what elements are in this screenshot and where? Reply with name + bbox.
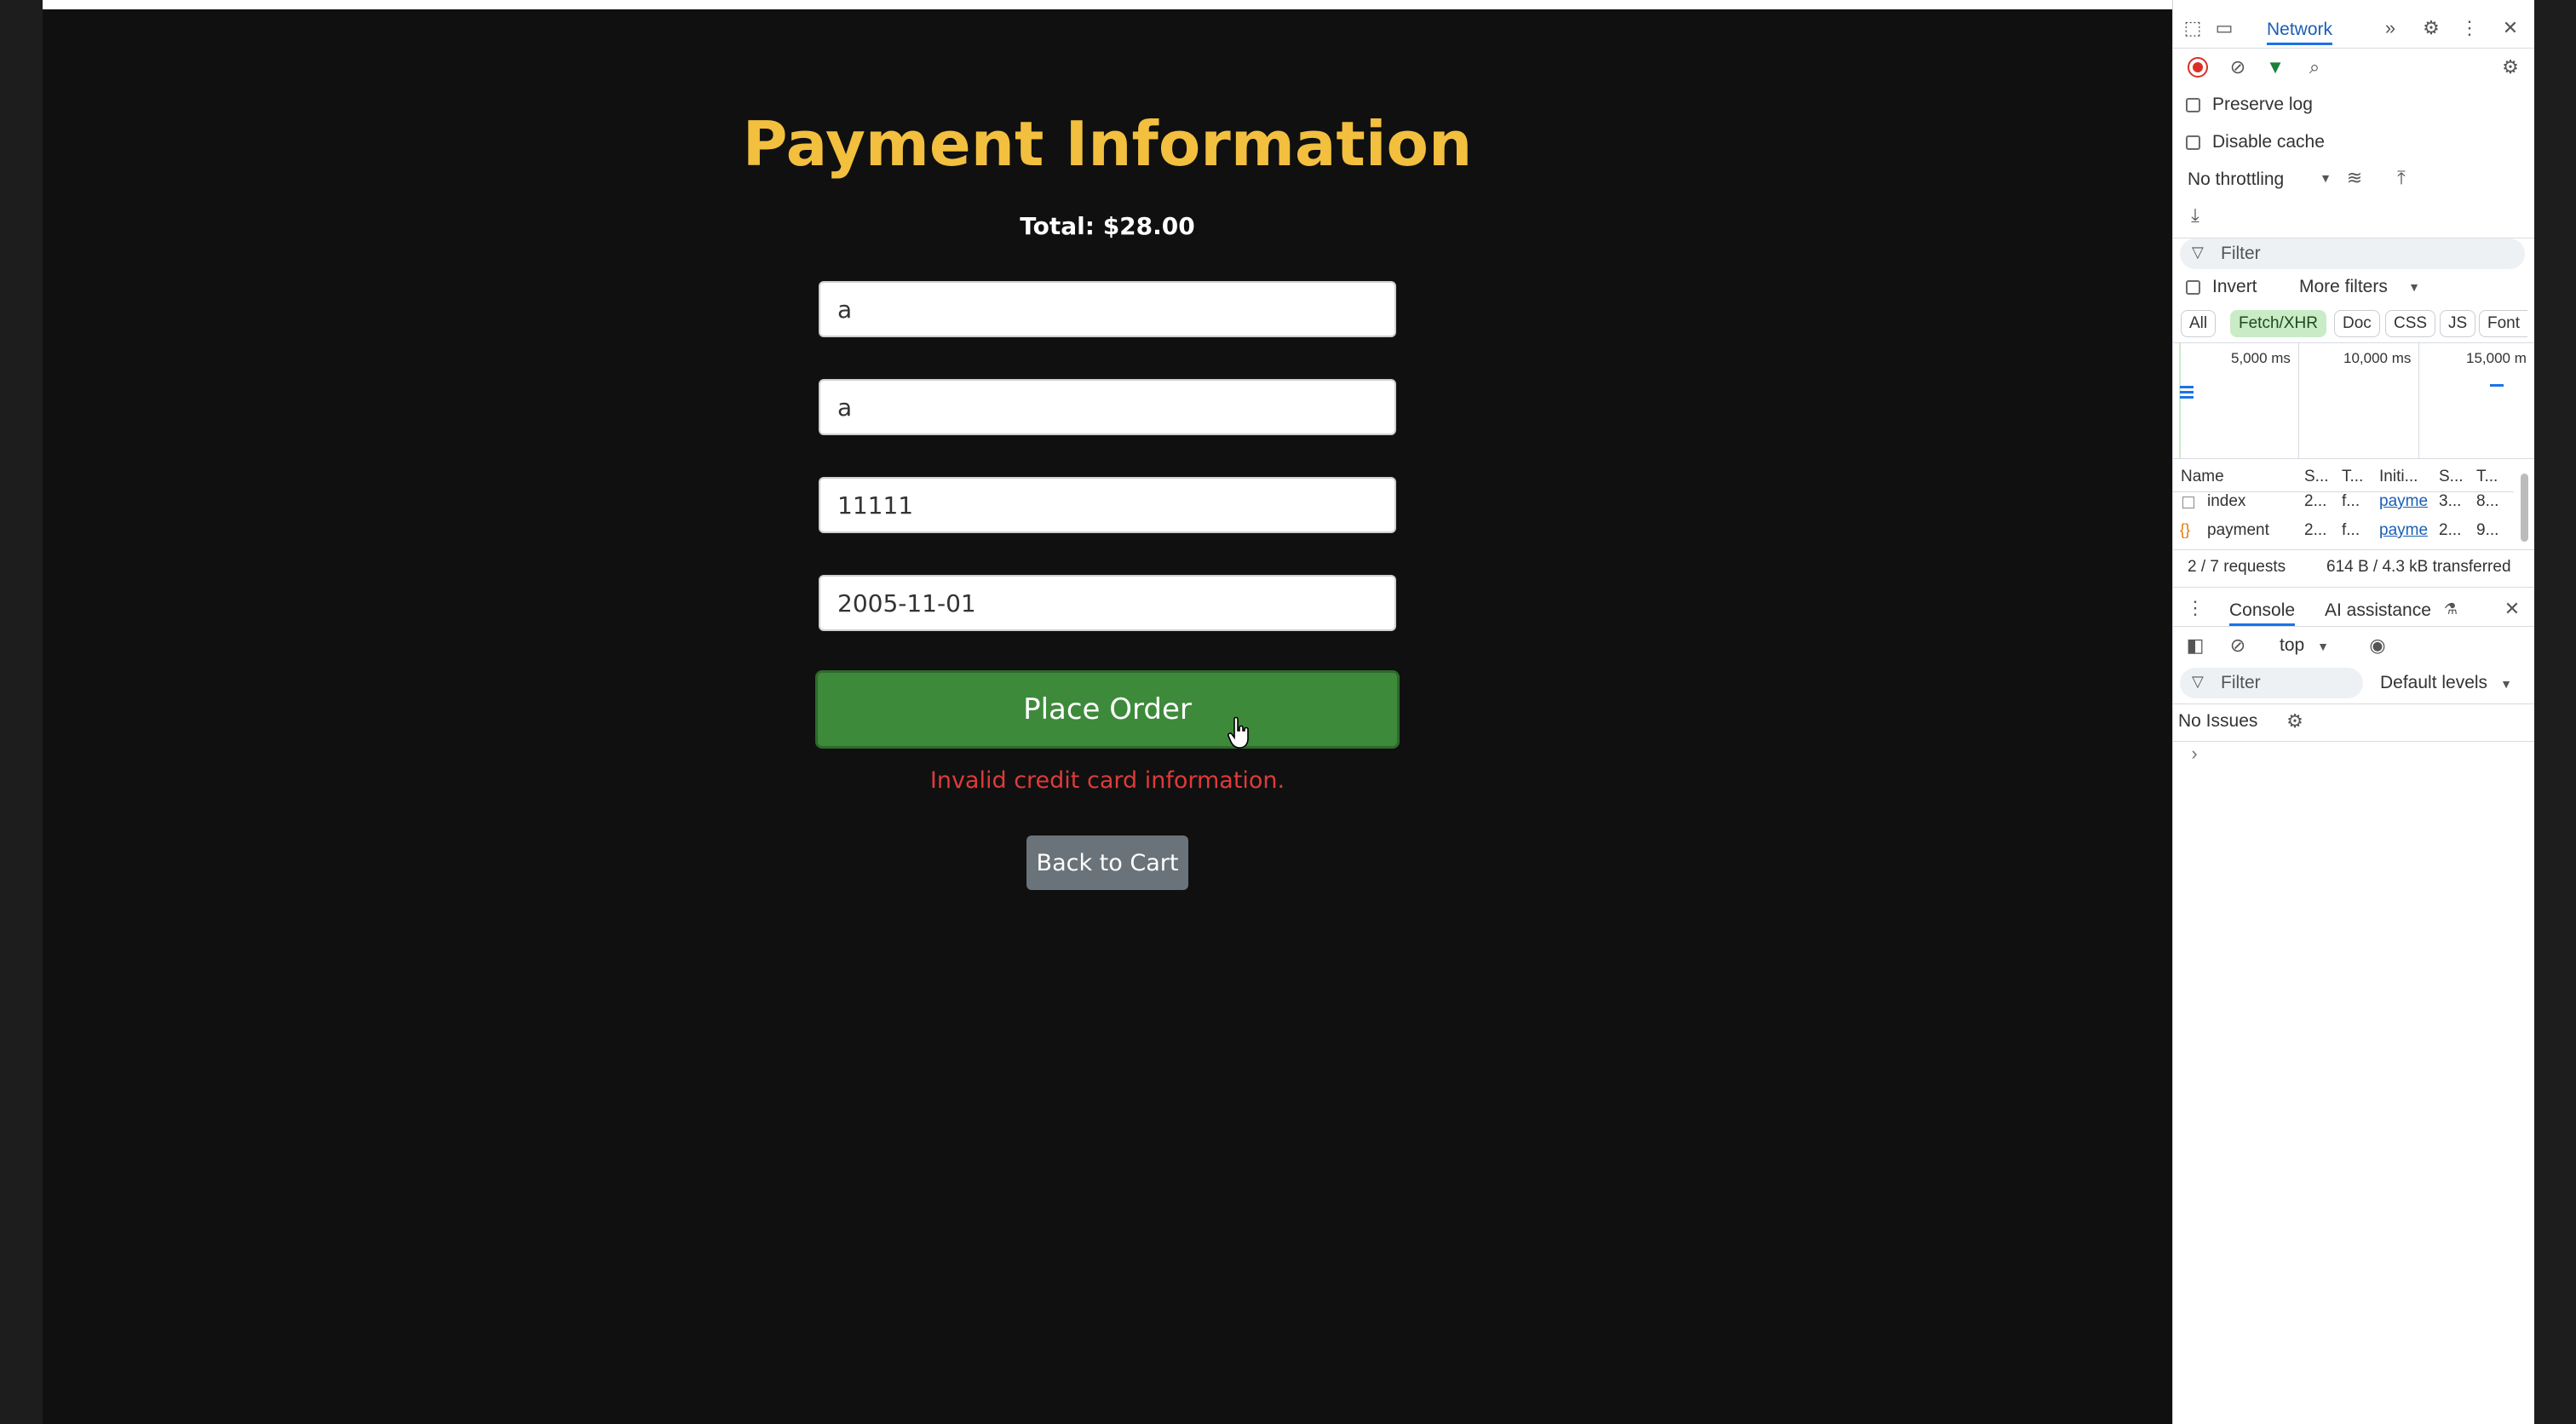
timeline-tick: 15,000 m xyxy=(2466,350,2527,366)
issues-status: No Issues xyxy=(2178,711,2258,731)
tab-console[interactable]: Console xyxy=(2229,598,2296,626)
tab-network[interactable]: Network xyxy=(2267,17,2333,45)
filter-fetch-xhr[interactable]: Fetch/XHR xyxy=(2230,310,2326,337)
network-conditions-icon[interactable]: ≋ xyxy=(2343,167,2366,189)
column-header-name[interactable]: Name xyxy=(2181,468,2224,486)
disable-cache-label: Disable cache xyxy=(2212,132,2325,152)
chevron-down-icon: ▼ xyxy=(2408,280,2420,294)
requests-scrollbar[interactable] xyxy=(2521,474,2528,542)
sidebar-toggle-icon[interactable]: ◧ xyxy=(2184,634,2206,657)
devtools-panel: ⬚ ▭ Network » ⚙ ⋮ ✕ ⊘ ▼ ⌕ ⚙ Preserve log… xyxy=(2172,0,2535,1424)
preserve-log-checkbox[interactable] xyxy=(2186,98,2200,112)
invert-checkbox[interactable] xyxy=(2186,280,2200,295)
payment-page: Payment Information Total: $28.00 Place … xyxy=(43,9,2172,1424)
hand-cursor-icon xyxy=(1228,716,1249,749)
expiry-date-field[interactable] xyxy=(819,575,1396,631)
order-total: Total: $28.00 xyxy=(1020,212,1195,240)
filter-js[interactable]: JS xyxy=(2440,310,2476,337)
filter-doc[interactable]: Doc xyxy=(2334,310,2380,337)
tab-ai-assistance[interactable]: AI assistance xyxy=(2325,598,2431,623)
eye-icon[interactable]: ◉ xyxy=(2366,634,2389,657)
requests-summary: 2 / 7 requests xyxy=(2188,558,2286,576)
gear-icon[interactable]: ⚙ xyxy=(2284,710,2306,732)
filter-font[interactable]: Font xyxy=(2479,310,2528,337)
back-to-cart-button[interactable]: Back to Cart xyxy=(1026,835,1188,890)
chevron-down-icon: ▼ xyxy=(2320,171,2332,185)
place-order-button[interactable]: Place Order xyxy=(815,670,1400,749)
log-levels-select[interactable]: Default levels xyxy=(2380,673,2487,693)
column-header-type[interactable]: T... xyxy=(2342,468,2374,486)
gear-icon[interactable]: ⚙ xyxy=(2420,17,2442,39)
timeline-tick: 5,000 ms xyxy=(2231,350,2291,366)
filter-css[interactable]: CSS xyxy=(2385,310,2436,337)
column-header-initiator[interactable]: Initi... xyxy=(2379,468,2430,486)
network-filter-input[interactable]: ▽ Filter xyxy=(2180,238,2525,269)
chevron-down-icon: ▼ xyxy=(2500,677,2512,691)
table-row[interactable]: index 2... f... payme 3... 8... xyxy=(2173,492,2514,514)
funnel-icon: ▽ xyxy=(2192,244,2204,261)
error-message: Invalid credit card information. xyxy=(929,767,1285,794)
more-filters-button[interactable]: More filters xyxy=(2299,277,2388,297)
funnel-icon: ▽ xyxy=(2192,673,2204,690)
upload-icon[interactable]: ⤒ xyxy=(2390,167,2412,189)
throttling-select[interactable]: No throttling xyxy=(2188,169,2284,190)
inspect-element-icon[interactable]: ⬚ xyxy=(2182,17,2204,39)
disable-cache-checkbox[interactable] xyxy=(2186,135,2200,150)
context-select[interactable]: top xyxy=(2280,635,2304,656)
console-prompt-icon[interactable]: › xyxy=(2183,743,2205,765)
kebab-menu-icon[interactable]: ⋮ xyxy=(2458,17,2481,39)
console-filter-input[interactable]: ▽ Filter xyxy=(2180,668,2363,698)
payment-field-1[interactable] xyxy=(819,281,1396,337)
filter-icon[interactable]: ▼ xyxy=(2264,56,2286,78)
network-settings-icon[interactable]: ⚙ xyxy=(2499,56,2521,78)
table-row[interactable]: {} payment 2... f... payme 2... 9... xyxy=(2173,521,2514,543)
payment-field-2[interactable] xyxy=(819,379,1396,435)
window-edge xyxy=(2534,0,2576,1424)
clear-icon[interactable]: ⊘ xyxy=(2227,56,2249,78)
download-icon[interactable]: ⤓ xyxy=(2184,204,2206,227)
preserve-log-label: Preserve log xyxy=(2212,95,2313,114)
fetch-icon: {} xyxy=(2180,521,2191,538)
close-icon[interactable]: ✕ xyxy=(2499,17,2521,39)
timeline-overview[interactable]: 5,000 ms 10,000 ms 15,000 m xyxy=(2173,343,2535,458)
close-drawer-icon[interactable]: ✕ xyxy=(2501,598,2523,620)
clear-console-icon[interactable]: ⊘ xyxy=(2227,634,2249,657)
column-header-status[interactable]: S... xyxy=(2304,468,2337,486)
transfer-summary: 614 B / 4.3 kB transferred xyxy=(2326,558,2511,576)
browser-top-strip xyxy=(43,0,2172,9)
flask-icon: ⚗ xyxy=(2443,600,2458,617)
record-icon[interactable] xyxy=(2188,57,2208,78)
search-icon[interactable]: ⌕ xyxy=(2303,56,2326,78)
card-number-field[interactable] xyxy=(819,477,1396,533)
drawer-menu-icon[interactable]: ⋮ xyxy=(2184,597,2206,619)
chevron-down-icon: ▼ xyxy=(2317,640,2329,653)
column-header-time[interactable]: T... xyxy=(2476,468,2509,486)
more-tabs-icon[interactable]: » xyxy=(2379,17,2401,39)
column-header-size[interactable]: S... xyxy=(2439,468,2471,486)
filter-all[interactable]: All xyxy=(2181,310,2217,337)
timeline-tick: 10,000 ms xyxy=(2343,350,2412,366)
page-title: Payment Information xyxy=(742,108,1473,180)
invert-label: Invert xyxy=(2212,277,2257,296)
device-toolbar-icon[interactable]: ▭ xyxy=(2213,17,2235,39)
document-icon xyxy=(2182,497,2194,508)
